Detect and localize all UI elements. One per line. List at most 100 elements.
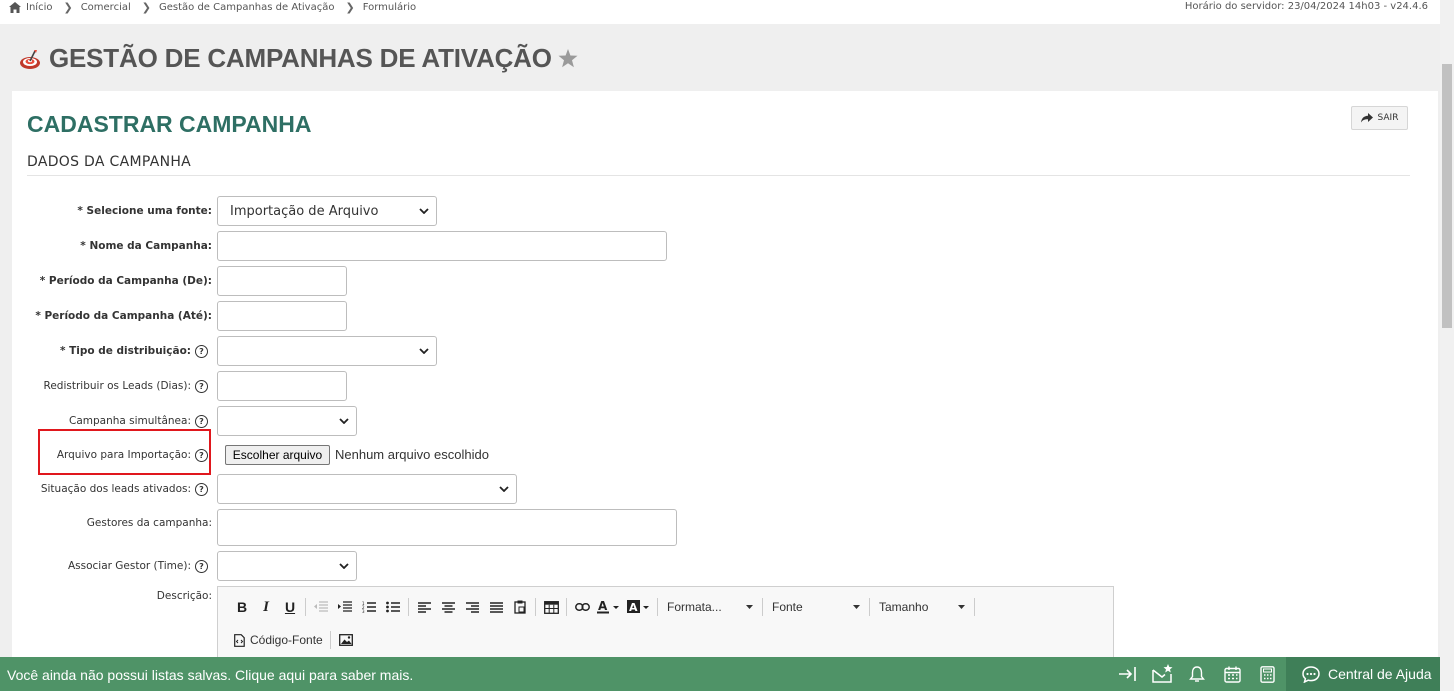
toolbar-separator (305, 598, 306, 616)
format-combo[interactable]: Formata... (661, 597, 759, 617)
file-status: Nenhum arquivo escolhido (335, 447, 489, 462)
nome-input[interactable] (217, 231, 667, 261)
font-combo[interactable]: Fonte (766, 597, 866, 617)
section-title: DADOS DA CAMPANHA (27, 154, 192, 170)
row-fonte: * Selecione uma fonte: Importação de Arq… (0, 196, 1440, 226)
scrollbar-corner (1440, 657, 1454, 691)
redistribuir-label: Redistribuir os Leads (Dias): ? (44, 371, 208, 401)
size-combo[interactable]: Tamanho (873, 597, 971, 617)
saved-lists-message[interactable]: Você ainda não possui listas salvas. Cli… (7, 667, 413, 683)
associar-select[interactable] (217, 551, 357, 581)
toolbar-separator (535, 598, 536, 616)
align-right-icon[interactable] (460, 597, 484, 617)
help-center-label: Central de Ajuda (1328, 666, 1432, 682)
exit-button-label: SAIR (1377, 113, 1399, 123)
descricao-label: Descrição: (156, 590, 212, 602)
image-icon[interactable] (334, 630, 358, 650)
periodo-ate-input[interactable] (217, 301, 347, 331)
situacao-label-text: Situação dos leads ativados: (40, 483, 191, 495)
periodo-de-input[interactable] (217, 266, 347, 296)
help-icon[interactable]: ? (195, 414, 208, 428)
row-simultanea: Campanha simultânea: ? (0, 406, 1440, 436)
toolbar-separator (566, 598, 567, 616)
paste-icon[interactable] (508, 597, 532, 617)
home-icon[interactable] (9, 1, 21, 13)
vertical-scrollbar[interactable] (1440, 0, 1454, 657)
row-nome: * Nome da Campanha: (0, 231, 1440, 261)
size-combo-label: Tamanho (879, 600, 929, 614)
underline-button[interactable]: U (278, 597, 302, 617)
gestores-input[interactable] (217, 509, 677, 546)
source-code-button[interactable]: Código-Fonte (230, 630, 327, 650)
associar-label: Associar Gestor (Time): ? (68, 551, 208, 581)
align-justify-icon[interactable] (484, 597, 508, 617)
text-color-icon[interactable]: A (594, 597, 624, 617)
chevron-right-icon: ❯ (345, 0, 355, 14)
page-header: GESTÃO DE CAMPANHAS DE ATIVAÇÃO (18, 43, 578, 74)
tipo-select[interactable] (217, 336, 437, 366)
source-code-icon (234, 633, 245, 647)
exit-button[interactable]: SAIR (1351, 106, 1408, 130)
fonte-select[interactable]: Importação de Arquivo (217, 196, 437, 226)
link-icon[interactable] (570, 597, 594, 617)
top-bar: Início ❯ Comercial ❯ Gestão de Campanhas… (0, 0, 1440, 24)
fonte-label: * Selecione uma fonte: (77, 205, 212, 217)
breadcrumb-item-inicio[interactable]: Início (26, 2, 52, 13)
format-combo-label: Formata... (667, 600, 722, 614)
help-icon[interactable]: ? (195, 344, 208, 358)
fonte-select-value: Importação de Arquivo (230, 203, 379, 219)
row-associar: Associar Gestor (Time): ? (0, 551, 1440, 581)
simultanea-label-text: Campanha simultânea: (68, 415, 191, 427)
mail-star-icon[interactable] (1152, 664, 1174, 684)
calculator-icon[interactable] (1260, 666, 1275, 683)
bell-icon[interactable] (1189, 666, 1205, 683)
divider (27, 175, 1410, 176)
breadcrumb-item-gestao[interactable]: Gestão de Campanhas de Ativação (159, 2, 335, 13)
chevron-down-icon (339, 418, 349, 424)
situacao-select[interactable] (217, 474, 517, 504)
breadcrumb: Início ❯ Comercial ❯ Gestão de Campanhas… (9, 0, 416, 14)
help-icon[interactable]: ? (195, 379, 208, 393)
row-periodo-ate: * Período da Campanha (Até): (0, 301, 1440, 331)
background-color-icon[interactable]: A (624, 597, 654, 617)
chat-bubble-icon (1302, 665, 1320, 683)
align-center-icon[interactable] (436, 597, 460, 617)
gestores-label: Gestores da campanha: (86, 517, 212, 529)
scrollbar-thumb[interactable] (1442, 64, 1452, 328)
login-arrow-icon[interactable] (1119, 666, 1137, 682)
numbered-list-icon[interactable]: 123 (357, 597, 381, 617)
bullet-list-icon[interactable] (381, 597, 405, 617)
toolbar-separator (869, 598, 870, 616)
breadcrumb-item-comercial[interactable]: Comercial (81, 2, 131, 13)
row-redistribuir: Redistribuir os Leads (Dias): ? (0, 371, 1440, 401)
table-icon[interactable] (539, 597, 563, 617)
chevron-down-icon (419, 208, 429, 214)
italic-button[interactable]: I (254, 597, 278, 617)
row-arquivo: Arquivo para Importação: ? (0, 440, 1440, 470)
indent-icon[interactable] (333, 597, 357, 617)
align-left-icon[interactable] (412, 597, 436, 617)
choose-file-button[interactable]: Escolher arquivo (225, 445, 330, 465)
breadcrumb-item-formulario: Formulário (362, 1, 417, 13)
redistribuir-label-text: Redistribuir os Leads (Dias): (43, 380, 191, 392)
help-icon[interactable]: ? (195, 559, 208, 573)
rich-text-editor: B I U 123 A A Formata... Fonte Tamanho C… (217, 586, 1114, 666)
help-icon[interactable]: ? (195, 482, 208, 496)
bold-button[interactable]: B (230, 597, 254, 617)
star-icon[interactable] (558, 49, 578, 68)
simultanea-select[interactable] (217, 406, 357, 436)
redistribuir-input[interactable] (217, 371, 347, 401)
tipo-label: * Tipo de distribuição: ? (60, 336, 208, 366)
help-center-button[interactable]: Central de Ajuda (1286, 657, 1440, 691)
notification-bar[interactable]: Você ainda não possui listas salvas. Cli… (0, 657, 1440, 691)
row-situacao: Situação dos leads ativados: ? (0, 474, 1440, 504)
svg-text:A: A (629, 601, 638, 614)
toolbar-separator (657, 598, 658, 616)
periodo-de-label: * Período da Campanha (De): (39, 275, 212, 287)
calendar-icon[interactable] (1224, 666, 1241, 683)
toolbar-separator (974, 598, 975, 616)
row-tipo: * Tipo de distribuição: ? (0, 336, 1440, 366)
toolbar-separator (329, 631, 331, 649)
outdent-icon[interactable] (309, 597, 333, 617)
chevron-down-icon (419, 348, 429, 354)
